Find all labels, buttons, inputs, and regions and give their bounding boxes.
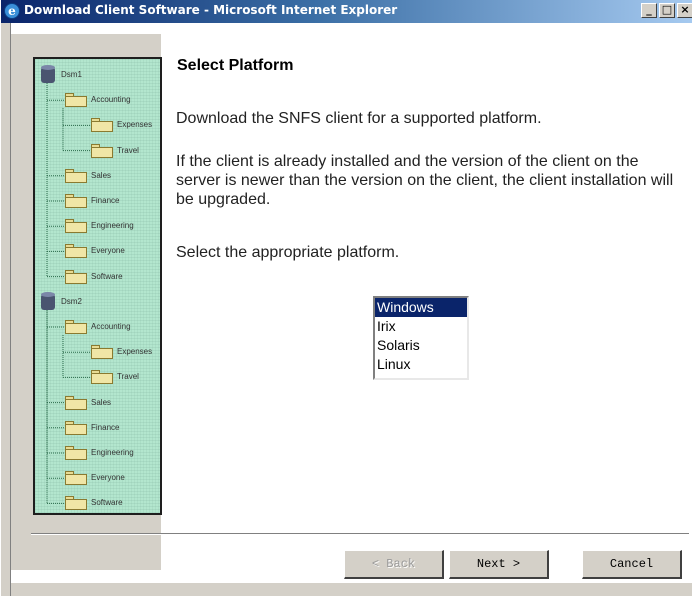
folder-icon — [65, 269, 87, 284]
folder-icon — [65, 93, 87, 108]
tree-node-label: Sales — [91, 170, 112, 180]
platform-option-irix[interactable]: Irix — [375, 317, 467, 336]
tree-node-label: Finance — [91, 196, 120, 205]
folder-icon — [91, 143, 113, 158]
tree-node-label: Software — [91, 271, 123, 281]
window-title: Download Client Software - Microsoft Int… — [24, 3, 398, 17]
folder-icon — [65, 168, 87, 183]
minimize-button[interactable]: _ — [641, 3, 657, 18]
tree-node-label: Dsm2 — [61, 296, 82, 306]
tree-node-label: Everyone — [91, 246, 125, 256]
tree-node-label: Sales — [91, 397, 112, 407]
folder-icon — [65, 219, 87, 234]
tree-node-label: Software — [91, 498, 123, 508]
platform-option-solaris[interactable]: Solaris — [375, 336, 467, 355]
tree-node-label: Accounting — [91, 95, 131, 105]
upgrade-note-text: If the client is already installed and t… — [176, 153, 674, 208]
tree-node-label: Engineering — [91, 448, 134, 457]
button-divider — [31, 533, 689, 535]
tree-node-label: Dsm1 — [61, 70, 82, 79]
folder-icon — [91, 118, 113, 133]
tree-node-label: Expenses — [117, 120, 153, 130]
folder-icon — [65, 446, 87, 460]
intro-text: Download the SNFS client for a supported… — [176, 110, 542, 127]
tree-node-label: Finance — [91, 422, 120, 432]
instruction-text: Select the appropriate platform. — [176, 244, 400, 261]
maximize-button[interactable]: □ — [659, 3, 675, 18]
tree-node-label: Engineering — [91, 221, 134, 231]
page-heading: Select Platform — [177, 57, 294, 74]
folder-icon — [65, 395, 87, 410]
dialog-window: e Download Client Software - Microsoft I… — [0, 0, 692, 596]
tree-node-label: Travel — [117, 372, 139, 382]
cancel-button[interactable]: Cancel — [582, 550, 682, 579]
folder-icon — [91, 345, 113, 360]
folder-icon — [65, 194, 87, 208]
platform-option-windows[interactable]: Windows — [375, 298, 467, 317]
database-drive-icon — [41, 65, 55, 83]
platform-option-linux[interactable]: Linux — [375, 355, 467, 374]
title-bar[interactable]: e Download Client Software - Microsoft I… — [1, 0, 692, 23]
window-left-border — [1, 23, 11, 596]
next-button[interactable]: Next > — [449, 550, 549, 579]
folder-icon — [65, 471, 87, 486]
database-drive-icon — [41, 291, 55, 310]
tree-node-label: Accounting — [91, 322, 131, 331]
folder-icon — [65, 496, 87, 511]
internet-explorer-icon: e — [4, 3, 20, 19]
tree-node-label: Expenses — [117, 347, 153, 357]
window-controls: _ □ × — [641, 3, 692, 19]
folder-icon — [65, 420, 87, 435]
tree-node-label: Travel — [117, 145, 139, 155]
folder-icon — [65, 320, 87, 334]
close-button[interactable]: × — [677, 3, 692, 18]
back-button[interactable]: < Back — [344, 550, 444, 579]
folder-icon — [91, 370, 113, 385]
folder-icon — [65, 244, 87, 259]
platform-listbox[interactable]: Windows Irix Solaris Linux — [373, 296, 469, 380]
tree-node-label: Everyone — [91, 473, 125, 483]
folder-tree-illustration: Dsm1 Accounting Expenses Travel Sales Finance… — [33, 57, 162, 515]
